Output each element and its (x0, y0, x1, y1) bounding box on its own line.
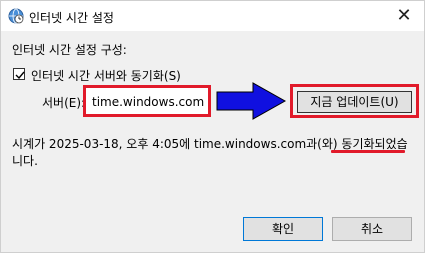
status-highlight-underline (331, 150, 405, 153)
internet-time-settings-dialog: 인터넷 시간 설정 ✕ 인터넷 시간 설정 구성: 인터넷 시간 서버와 동기화… (0, 0, 425, 253)
blue-arrow-icon (216, 82, 287, 120)
clock-globe-icon (8, 8, 24, 24)
server-input[interactable] (92, 93, 204, 111)
section-label: 인터넷 시간 설정 구성: (12, 43, 127, 57)
sync-checkbox-label[interactable]: 인터넷 시간 서버와 동기화(S) (31, 67, 181, 84)
sync-checkbox[interactable] (13, 68, 25, 80)
window-title: 인터넷 시간 설정 (29, 11, 114, 25)
title-bar: 인터넷 시간 설정 ✕ (1, 1, 424, 31)
update-now-button[interactable]: 지금 업데이트(U) (297, 91, 412, 113)
checkmark-icon (15, 71, 25, 80)
close-icon: ✕ (396, 5, 412, 26)
close-button[interactable]: ✕ (384, 1, 424, 31)
ok-button[interactable]: 확인 (243, 217, 323, 241)
server-label: 서버(E): (42, 96, 86, 110)
update-button-highlight: 지금 업데이트(U) (290, 84, 419, 118)
cancel-button[interactable]: 취소 (332, 217, 412, 241)
status-line-2: 니다. (12, 154, 38, 168)
server-field-highlight (83, 85, 211, 117)
